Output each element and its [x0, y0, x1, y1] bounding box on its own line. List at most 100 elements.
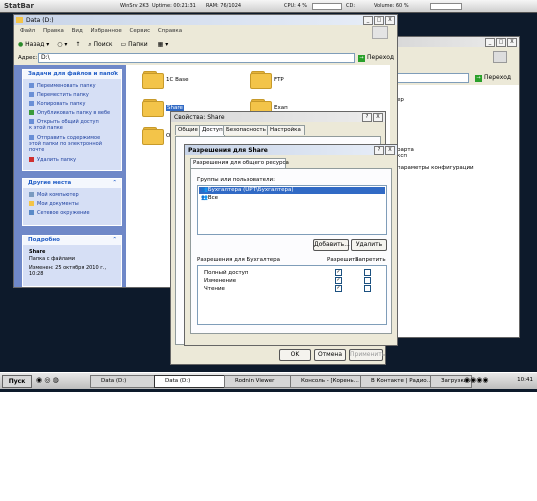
perm-change-label: Изменение: [204, 278, 237, 284]
user-item-accountants[interactable]: 👥Бухгалтера (UPT\Бухгалтера): [199, 187, 385, 194]
tab-sharing[interactable]: Доступ: [199, 125, 225, 136]
tab-customize[interactable]: Настройка: [267, 125, 305, 135]
computer-icon: [29, 192, 34, 197]
perm-read-deny-checkbox[interactable]: [364, 285, 371, 292]
minimize-button[interactable]: _: [363, 16, 373, 25]
close-button-2[interactable]: X: [507, 38, 517, 47]
back-button[interactable]: ● Назад ▾: [18, 41, 49, 48]
menu-favorites[interactable]: Избранное: [91, 28, 122, 34]
search-button[interactable]: ⌕ Поиск: [88, 41, 112, 48]
perm-full-allow-checkbox[interactable]: ✓: [335, 269, 342, 276]
delete-icon: [29, 157, 34, 162]
go-button-2[interactable]: → Переход: [475, 74, 511, 82]
forward-button[interactable]: ○ ▾: [57, 41, 67, 48]
views-button[interactable]: ▦ ▾: [158, 41, 169, 48]
taskbar-item-console[interactable]: Консоль - [Корень...: [290, 375, 368, 388]
quick-launch-icons[interactable]: ◉ ◎ ◍: [36, 376, 59, 384]
go-button[interactable]: → Переход: [358, 54, 394, 62]
cpu-meter: [312, 3, 342, 10]
place-network[interactable]: Сетевое окружение: [29, 210, 90, 216]
address-label: Адрес:: [18, 55, 38, 61]
address-input[interactable]: D:\: [38, 53, 355, 63]
explorer-window-2[interactable]: _ □ X → Переход ер рарта ксп параметры конф…: [392, 36, 520, 338]
folder-icon[interactable]: [142, 99, 164, 117]
taskbar-item-radmin[interactable]: Rodnin Viewer: [224, 375, 298, 388]
close-button[interactable]: X: [373, 113, 383, 122]
permissions-panel: Группы или пользователи: 👥Бухгалтера (UP…: [190, 168, 392, 334]
task-delete[interactable]: Удалить папку: [29, 157, 76, 163]
taskbar-item-data-2[interactable]: Data (D:): [154, 375, 232, 388]
taskbar-item-vkontakte[interactable]: В Контакте | Радио...: [360, 375, 438, 388]
go-arrow-icon: →: [475, 75, 482, 82]
tray-icons[interactable]: ◉◉◉◉: [464, 376, 488, 384]
permissions-list: Полный доступ ✓ Изменение ✓ Чтение ✓: [197, 265, 387, 325]
task-rename[interactable]: Переименовать папку: [29, 83, 96, 89]
collapse-icon: ⌃: [112, 71, 117, 77]
properties-title: Свойства: Share: [174, 114, 225, 121]
tab-security[interactable]: Безопасность: [223, 125, 269, 135]
close-button[interactable]: X: [385, 146, 395, 155]
help-button[interactable]: ?: [374, 146, 384, 155]
explorer-titlebar[interactable]: Data (D:) _ □ X: [14, 15, 397, 25]
statbar-cd: CD:: [346, 3, 356, 9]
folder-label-ftp[interactable]: FTP: [274, 77, 284, 83]
file-tasks-header[interactable]: Задачи для файлов и папок ⌃: [23, 70, 121, 79]
perm-read-allow-checkbox[interactable]: ✓: [335, 285, 342, 292]
user-item-everyone[interactable]: 👥Все: [199, 195, 385, 202]
permissions-dialog[interactable]: Разрешения для Share ? X Разрешения для о…: [184, 144, 398, 346]
menu-view[interactable]: Вид: [72, 28, 83, 34]
help-button[interactable]: ?: [362, 113, 372, 122]
collapse-icon: ⌃: [112, 237, 117, 243]
perm-change-allow-checkbox[interactable]: ✓: [335, 277, 342, 284]
menu-tools[interactable]: Сервис: [130, 28, 151, 34]
statbar-host: WinSrv 2K3: [120, 3, 149, 9]
remove-button[interactable]: Удалить: [351, 239, 387, 251]
menu-edit[interactable]: Правка: [43, 28, 64, 34]
task-share[interactable]: Открыть общий доступ к этой папке: [29, 119, 103, 131]
task-publish[interactable]: Опубликовать папку в вебе: [29, 110, 110, 116]
perm-full-deny-checkbox[interactable]: [364, 269, 371, 276]
start-button[interactable]: Пуск: [2, 375, 32, 388]
menu-file[interactable]: Файл: [20, 28, 35, 34]
menu-help[interactable]: Справка: [158, 28, 182, 34]
task-email[interactable]: Отправить содержимое этой папки по элект…: [29, 135, 109, 153]
properties-titlebar[interactable]: Свойства: Share ? X: [171, 112, 385, 122]
other-places-header[interactable]: Другие места ⌃: [23, 179, 121, 188]
place-my-computer[interactable]: Мой компьютер: [29, 192, 79, 198]
folder-label-1c-base[interactable]: 1C Base: [166, 77, 188, 83]
explorer-2-address[interactable]: [395, 73, 469, 83]
details-type: Папка с файлами: [29, 256, 75, 262]
folder-icon[interactable]: [250, 71, 272, 89]
statbar-ram: RAM: 76/1024: [206, 3, 242, 9]
perm-read-label: Чтение: [204, 286, 225, 292]
maximize-button-2[interactable]: □: [496, 38, 506, 47]
statbar-logo: StatBar: [4, 2, 34, 10]
folders-button[interactable]: ▭ Папки: [120, 41, 147, 48]
place-my-documents[interactable]: Мои документы: [29, 201, 79, 207]
file-tasks-box: Задачи для файлов и папок ⌃ Переименовать…: [22, 69, 122, 171]
permissions-titlebar[interactable]: Разрешения для Share ? X: [185, 145, 397, 155]
taskbar-item-data-1[interactable]: Data (D:): [90, 375, 160, 388]
task-copy[interactable]: Копировать папку: [29, 101, 85, 107]
apply-button[interactable]: Применить: [349, 349, 385, 361]
perm-change-deny-checkbox[interactable]: [364, 277, 371, 284]
folder-icon[interactable]: [142, 127, 164, 145]
close-button[interactable]: X: [385, 16, 395, 25]
up-folder-button[interactable]: ↑: [75, 41, 80, 48]
users-list[interactable]: 👥Бухгалтера (UPT\Бухгалтера) 👥Все: [197, 185, 387, 235]
documents-icon: [29, 201, 34, 206]
folder-icon: [16, 17, 23, 23]
tab-general[interactable]: Общие: [175, 125, 201, 135]
minimize-button-2[interactable]: _: [485, 38, 495, 47]
cancel-button[interactable]: Отмена: [314, 349, 346, 361]
deny-header: Запретить: [355, 257, 386, 263]
folder-icon[interactable]: [142, 71, 164, 89]
ok-button[interactable]: OK: [279, 349, 311, 361]
task-move[interactable]: Переместить папку: [29, 92, 89, 98]
add-button[interactable]: Добавить...: [313, 239, 350, 251]
details-header[interactable]: Подробно ⌃: [23, 236, 121, 245]
volume-meter: [430, 3, 462, 10]
taskbar: Пуск ◉ ◎ ◍ Data (D:) Data (D:) Rodnin Vi…: [0, 372, 537, 389]
maximize-button[interactable]: □: [374, 16, 384, 25]
explorer-2-titlebar[interactable]: _ □ X: [393, 37, 519, 47]
